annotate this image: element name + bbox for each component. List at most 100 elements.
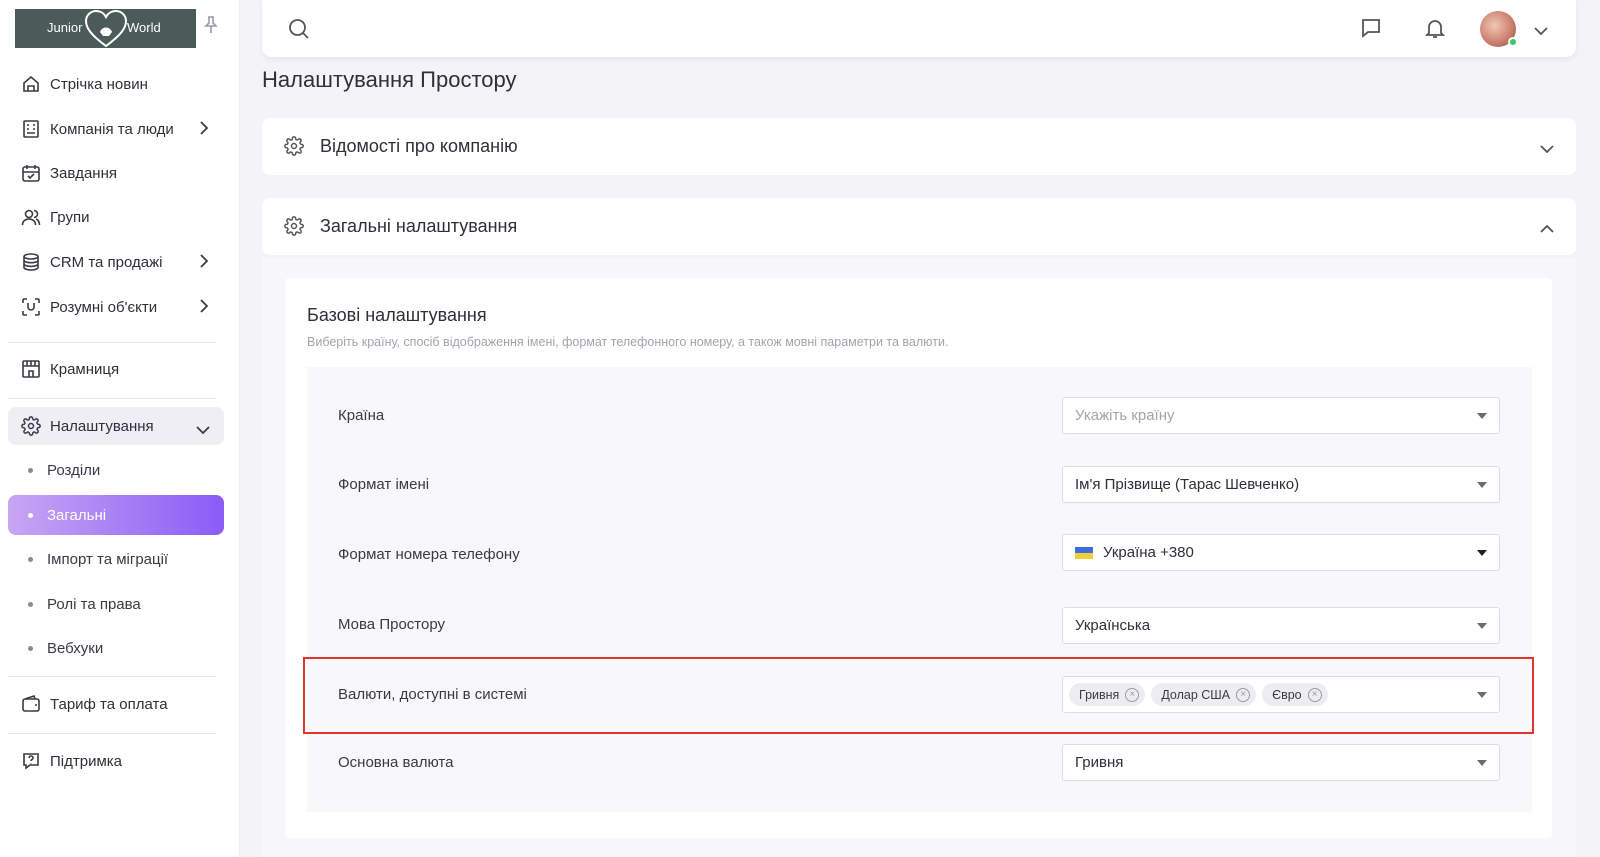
search-icon[interactable]	[288, 18, 310, 45]
bullet	[28, 512, 33, 518]
database-icon	[20, 251, 42, 273]
chevron-down-icon[interactable]	[1534, 22, 1548, 40]
chevron-right-icon	[200, 121, 209, 139]
main-currency-label: Основна валюта	[338, 754, 454, 771]
sidebar-item-label: Тариф та оплата	[50, 695, 168, 713]
name-format-select[interactable]: Ім'я Прізвище (Тарас Шевченко)	[1062, 466, 1500, 503]
sidebar-sub-general[interactable]: Загальні	[8, 495, 224, 535]
top-bar	[262, 0, 1576, 57]
home-icon	[20, 73, 42, 95]
country-select[interactable]: Укажіть країну	[1062, 397, 1500, 434]
ukraine-flag-icon	[1075, 546, 1093, 559]
language-value: Українська	[1075, 617, 1151, 634]
sidebar-item-crm[interactable]: CRM та продажі	[8, 243, 224, 281]
chevron-up-icon	[1540, 220, 1554, 238]
caret-down-icon	[1477, 692, 1487, 698]
chip-label: Євро	[1272, 687, 1302, 702]
currencies-multiselect[interactable]: Гривня × Долар США × Євро ×	[1062, 676, 1500, 713]
sidebar-sub-label: Імпорт та міграції	[47, 550, 169, 568]
panel-company-info[interactable]: Відомості про компанію	[262, 118, 1576, 175]
heart-logo-icon	[85, 10, 127, 48]
main-currency-select[interactable]: Гривня	[1062, 744, 1500, 781]
bullet	[28, 556, 33, 562]
sidebar-sub-label: Розділи	[47, 461, 101, 479]
help-icon	[20, 750, 42, 772]
sidebar-sub-label: Вебхуки	[47, 639, 104, 657]
logo[interactable]: Junior World	[15, 9, 196, 48]
sidebar-sub-label: Ролі та права	[47, 595, 141, 613]
caret-down-icon	[1477, 760, 1487, 766]
phone-format-label: Формат номера телефону	[338, 546, 520, 563]
sidebar-sub-sections[interactable]: Розділи	[8, 450, 224, 490]
sidebar-divider	[8, 398, 216, 399]
sidebar-sub-label: Загальні	[47, 506, 107, 524]
name-format-value: Ім'я Прізвище (Тарас Шевченко)	[1075, 476, 1300, 493]
caret-down-icon	[1477, 482, 1487, 488]
sidebar-item-label: Налаштування	[50, 417, 154, 435]
sidebar-sub-webhooks[interactable]: Вебхуки	[8, 628, 224, 668]
language-select[interactable]: Українська	[1062, 607, 1500, 644]
users-icon	[20, 206, 42, 228]
sidebar-divider	[8, 733, 216, 734]
country-label: Країна	[338, 407, 385, 424]
currency-chip[interactable]: Євро ×	[1262, 683, 1328, 706]
sidebar-item-smart-objects[interactable]: Розумні об'єкти	[8, 288, 224, 326]
wallet-icon	[20, 693, 42, 715]
panel-general-settings[interactable]: Загальні налаштування	[262, 198, 1576, 255]
chevron-right-icon	[200, 299, 209, 317]
sidebar-item-billing[interactable]: Тариф та оплата	[8, 685, 224, 723]
bullet	[28, 645, 33, 651]
sidebar-item-company-people[interactable]: Компанія та люди	[8, 110, 224, 148]
chat-icon[interactable]	[1360, 17, 1382, 44]
remove-chip-icon[interactable]: ×	[1307, 687, 1322, 702]
sidebar-item-label: Компанія та люди	[50, 120, 174, 138]
currency-chip[interactable]: Долар США ×	[1151, 683, 1257, 706]
sidebar-item-support[interactable]: Підтримка	[8, 742, 224, 780]
country-placeholder: Укажіть країну	[1075, 407, 1175, 424]
currency-chip[interactable]: Гривня ×	[1069, 683, 1146, 706]
sidebar-item-settings[interactable]: Налаштування	[8, 407, 224, 445]
building-icon	[20, 118, 42, 140]
sidebar-item-label: Крамниця	[50, 360, 120, 378]
phone-format-select[interactable]: Україна +380	[1062, 534, 1500, 571]
sidebar-item-tasks[interactable]: Завдання	[8, 154, 224, 192]
sidebar-item-label: CRM та продажі	[50, 253, 163, 271]
logo-left-text: Junior	[47, 20, 83, 35]
chip-label: Долар США	[1161, 687, 1231, 702]
sidebar-item-label: Завдання	[50, 164, 117, 182]
bullet	[28, 467, 33, 473]
sidebar-sub-roles[interactable]: Ролі та права	[8, 584, 224, 624]
calendar-icon	[20, 162, 42, 184]
pin-icon[interactable]	[204, 16, 218, 39]
gear-icon	[20, 415, 42, 437]
caret-down-icon	[1477, 623, 1487, 629]
gear-icon	[284, 216, 304, 241]
bullet	[28, 601, 33, 607]
scan-icon	[20, 296, 42, 318]
name-format-label: Формат імені	[338, 476, 430, 493]
phone-format-value: Україна +380	[1103, 544, 1194, 561]
currencies-label: Валюти, доступні в системі	[338, 686, 527, 703]
store-icon	[20, 358, 42, 380]
chip-label: Гривня	[1079, 687, 1120, 702]
remove-chip-icon[interactable]: ×	[1125, 687, 1140, 702]
sidebar-item-label: Підтримка	[50, 752, 123, 770]
page-title: Налаштування Простору	[262, 67, 517, 92]
sidebar-divider	[8, 342, 216, 343]
sidebar-item-news-feed[interactable]: Стрічка новин	[8, 65, 224, 103]
panel-title: Відомості про компанію	[320, 136, 518, 156]
caret-down-icon	[1477, 550, 1487, 556]
chevron-down-icon	[196, 421, 210, 438]
online-status-indicator	[1508, 37, 1518, 47]
remove-chip-icon[interactable]: ×	[1236, 687, 1251, 702]
bell-icon[interactable]	[1424, 17, 1446, 44]
sidebar-sub-import[interactable]: Імпорт та міграції	[8, 539, 224, 579]
gear-icon	[284, 136, 304, 161]
sidebar-item-groups[interactable]: Групи	[8, 198, 224, 236]
chevron-down-icon	[1540, 140, 1554, 158]
card-description: Виберіть країну, спосіб відображення іме…	[307, 335, 949, 349]
sidebar-item-store[interactable]: Крамниця	[8, 350, 224, 388]
language-label: Мова Простору	[338, 616, 445, 633]
card-title: Базові налаштування	[307, 305, 487, 325]
caret-down-icon	[1477, 413, 1487, 419]
